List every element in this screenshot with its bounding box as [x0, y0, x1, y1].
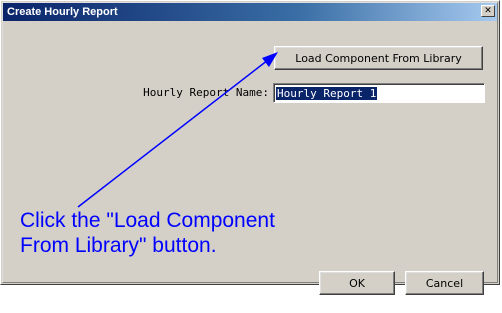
- hourly-report-name-input[interactable]: Hourly Report 1: [273, 83, 485, 103]
- cancel-button[interactable]: Cancel: [405, 271, 484, 295]
- ok-button[interactable]: OK: [319, 271, 395, 295]
- title-bar[interactable]: Create Hourly Report ✕: [3, 3, 497, 21]
- close-icon[interactable]: ✕: [481, 5, 495, 17]
- hourly-report-name-label: Hourly Report Name:: [143, 86, 269, 99]
- instruction-annotation: Click the "Load Component From Library" …: [20, 209, 275, 257]
- hourly-report-name-value: Hourly Report 1: [276, 86, 378, 100]
- dialog-title: Create Hourly Report: [7, 6, 118, 18]
- load-component-from-library-button[interactable]: Load Component From Library: [274, 46, 483, 70]
